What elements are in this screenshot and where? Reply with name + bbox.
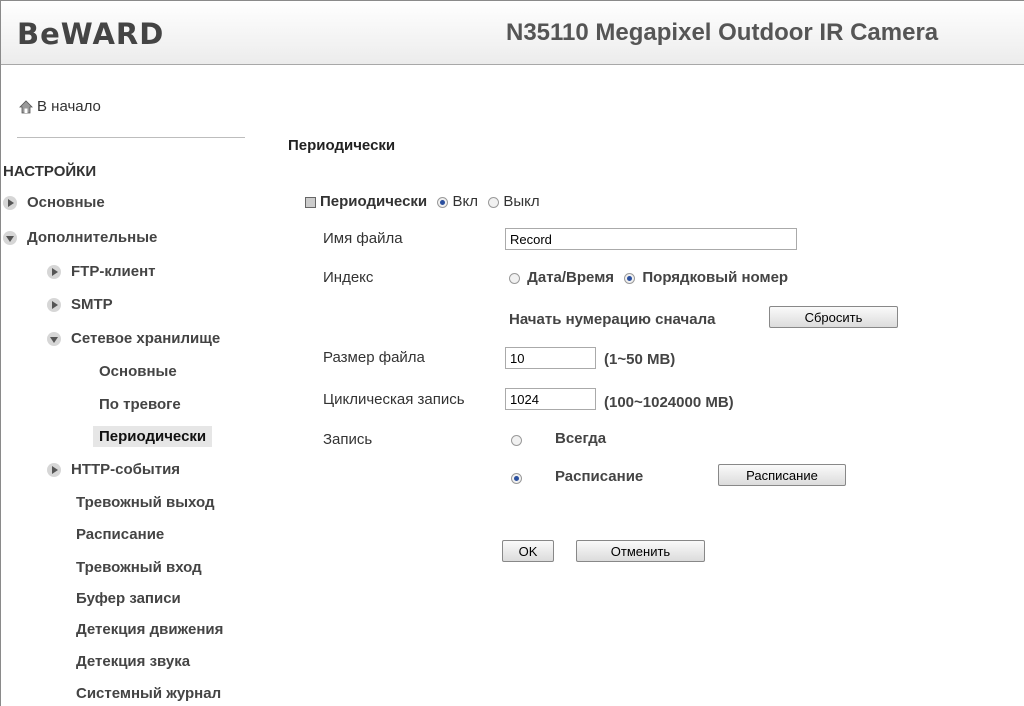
divider — [17, 137, 245, 138]
app-window: BeWARD N35110 Megapixel Outdoor IR Camer… — [0, 0, 1024, 706]
periodic-on-label: Вкл — [452, 193, 478, 210]
sidebar-item-label: Тревожный выход — [76, 494, 215, 511]
sidebar-item-label: Основные — [27, 194, 105, 211]
sidebar-item-record-buffer[interactable]: Буфер записи — [76, 590, 181, 607]
sidebar-item-system-log[interactable]: Системный журнал — [76, 685, 221, 702]
periodic-off-label: Выкл — [503, 193, 540, 210]
sidebar-item-label: Системный журнал — [76, 685, 222, 702]
sidebar-item-smtp[interactable]: SMTP — [47, 296, 113, 313]
sidebar-item-storage-periodic[interactable]: Периодически — [93, 426, 213, 447]
sidebar-item-label: Тревожный вход — [76, 559, 202, 576]
header: BeWARD N35110 Megapixel Outdoor IR Camer… — [1, 1, 1024, 65]
record-always-label: Всегда — [555, 430, 607, 447]
sidebar-item-label: Сетевое хранилище — [71, 330, 221, 347]
index-datetime-radio[interactable] — [509, 272, 520, 284]
beward-logo: BeWARD — [17, 17, 165, 51]
collapse-arrow-icon — [3, 230, 17, 245]
periodic-on-radio[interactable] — [437, 196, 449, 208]
periodic-label: Периодически — [320, 193, 428, 210]
sidebar-item-alarm-output[interactable]: Тревожный выход — [76, 494, 214, 511]
ok-button[interactable]: OK — [502, 540, 554, 562]
sidebar-item-ftp-client[interactable]: FTP-клиент — [47, 263, 156, 280]
main-content: Периодически Периодически Вкл Выкл Имя ф… — [247, 65, 1024, 706]
sidebar-item-label: Расписание — [76, 526, 165, 543]
sidebar-item-label: Периодически — [99, 428, 207, 445]
record-schedule-radio[interactable] — [511, 473, 522, 484]
home-icon — [19, 99, 33, 113]
index-options: Дата/Время Порядковый номер — [509, 269, 788, 286]
expand-arrow-icon — [47, 297, 61, 312]
expand-arrow-icon — [47, 264, 61, 279]
sidebar-item-label: Дополнительные — [27, 229, 158, 246]
sidebar-item-label: Основные — [99, 363, 177, 380]
cancel-button[interactable]: Отменить — [576, 540, 705, 562]
reset-button[interactable]: Сбросить — [769, 306, 898, 328]
record-always-radio[interactable] — [511, 435, 522, 446]
home-link[interactable]: В начало — [19, 98, 101, 115]
sidebar-item-network-storage[interactable]: Сетевое хранилище — [47, 330, 220, 347]
index-label: Индекс — [323, 269, 374, 286]
sidebar-item-http-events[interactable]: HTTP-события — [47, 461, 180, 478]
record-mode-label: Запись — [323, 431, 373, 448]
sidebar-item-label: HTTP-события — [71, 461, 181, 478]
sidebar-item-label: Детекция звука — [76, 653, 191, 670]
restart-numbering-label: Начать нумерацию сначала — [509, 311, 716, 328]
sidebar-item-label: По тревоге — [99, 396, 181, 413]
settings-section-title: НАСТРОЙКИ — [3, 163, 97, 180]
sidebar-item-motion-detection[interactable]: Детекция движения — [76, 621, 223, 638]
expand-arrow-icon — [47, 462, 61, 477]
filename-label: Имя файла — [323, 230, 403, 247]
sidebar: В начало НАСТРОЙКИ Основные Дополнительн… — [1, 65, 247, 706]
filesize-range-hint: (1~50 MB) — [604, 351, 676, 368]
sidebar-item-storage-basic[interactable]: Основные — [99, 363, 177, 380]
filename-input[interactable] — [505, 228, 797, 250]
filesize-label: Размер файла — [323, 349, 425, 366]
sidebar-item-basic[interactable]: Основные — [3, 194, 105, 211]
bullet-square-icon — [305, 196, 316, 208]
sidebar-item-alarm-input[interactable]: Тревожный вход — [76, 559, 202, 576]
record-schedule-label: Расписание — [555, 468, 644, 485]
expand-arrow-icon — [3, 195, 17, 210]
cyclic-record-input[interactable] — [505, 388, 596, 410]
sidebar-item-advanced[interactable]: Дополнительные — [3, 229, 157, 246]
page-title: Периодически — [288, 137, 396, 154]
collapse-arrow-icon — [47, 331, 61, 346]
sidebar-item-storage-alarm[interactable]: По тревоге — [99, 396, 181, 413]
cyclic-record-label: Циклическая запись — [323, 391, 465, 408]
schedule-button[interactable]: Расписание — [718, 464, 846, 486]
sidebar-item-label: FTP-клиент — [71, 263, 156, 280]
periodic-toggle-row: Периодически Вкл Выкл — [305, 193, 540, 210]
index-sequence-radio[interactable] — [624, 272, 636, 284]
sidebar-item-label: SMTP — [71, 296, 113, 313]
cyclic-record-range-hint: (100~1024000 MB) — [604, 394, 734, 411]
sidebar-item-label: Детекция движения — [76, 621, 224, 638]
sidebar-item-schedule[interactable]: Расписание — [76, 526, 164, 543]
filesize-input[interactable] — [505, 347, 596, 369]
sidebar-item-sound-detection[interactable]: Детекция звука — [76, 653, 190, 670]
index-datetime-label: Дата/Время — [527, 269, 615, 286]
camera-model-title: N35110 Megapixel Outdoor IR Camera — [506, 19, 939, 46]
index-sequence-label: Порядковый номер — [642, 269, 789, 286]
sidebar-item-label: Буфер записи — [76, 590, 181, 607]
periodic-off-radio[interactable] — [488, 196, 500, 208]
home-label: В начало — [37, 98, 101, 115]
